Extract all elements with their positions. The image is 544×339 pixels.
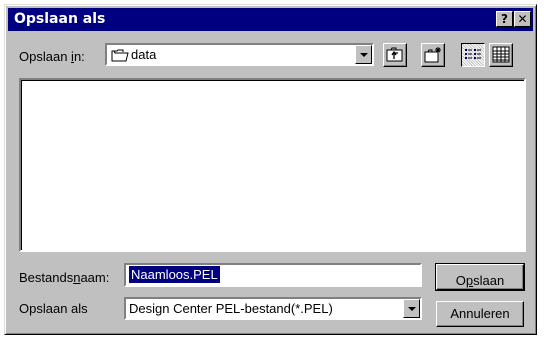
filename-input[interactable]: Naamloos.PEL [124,263,422,287]
save-type-label: Opslaan als [19,301,88,316]
save-in-dropdown-button[interactable] [355,45,372,64]
filename-value: Naamloos.PEL [129,266,220,283]
cancel-button[interactable]: Annuleren [436,301,524,327]
filename-label: Bestandsnaam: [19,270,110,285]
up-folder-button[interactable] [383,43,407,67]
folder-icon [111,47,129,68]
save-button[interactable]: Opslaan [435,263,525,291]
save-type-value: Design Center PEL-bestand(*.PEL) [129,301,333,316]
close-button[interactable]: ✕ [514,11,531,27]
new-folder-icon [422,47,444,70]
save-as-dialog: Opslaan als ? ✕ Opslaan in: data Bestand… [4,4,537,335]
up-folder-icon [384,47,406,70]
list-view-icon [462,49,484,70]
file-list-pane[interactable] [19,78,526,252]
new-folder-button[interactable] [421,43,445,67]
list-view-button[interactable] [461,43,485,67]
save-in-value: data [131,47,157,62]
save-in-dropdown[interactable]: data [105,43,374,66]
save-type-dropdown-button[interactable] [403,299,420,318]
save-type-dropdown[interactable]: Design Center PEL-bestand(*.PEL) [124,297,422,320]
help-button[interactable]: ? [496,11,513,27]
title-bar[interactable]: Opslaan als ? ✕ [8,8,533,31]
details-view-icon [490,46,512,70]
details-view-button[interactable] [489,43,513,67]
dialog-title: Opslaan als [14,11,106,27]
save-in-label: Opslaan in: [19,49,85,64]
